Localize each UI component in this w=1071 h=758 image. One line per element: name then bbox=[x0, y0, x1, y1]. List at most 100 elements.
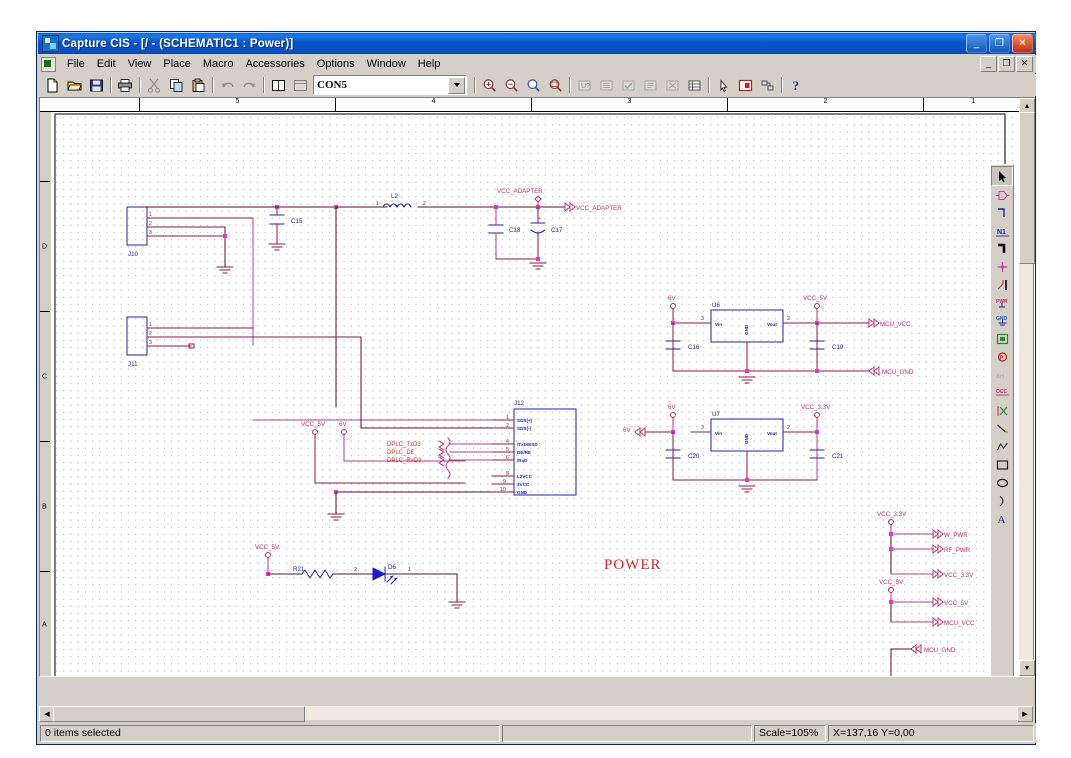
schematic-drawing[interactable]: J10 1 2 3 C15 L2 1 2 VCC_ADAPTER C18 + C… bbox=[51, 112, 1024, 677]
cut-icon[interactable] bbox=[143, 75, 165, 95]
place-off-page-connector-icon[interactable]: OCC bbox=[992, 384, 1012, 402]
component-U6[interactable]: U6 Vin Vout GND 3 2 bbox=[690, 302, 804, 371]
part-name-combo[interactable]: CON5 bbox=[313, 75, 467, 95]
vertical-scroll-track[interactable] bbox=[1019, 112, 1035, 662]
menu-item-place[interactable]: Place bbox=[157, 57, 197, 71]
place-net-alias-icon[interactable]: N1 bbox=[992, 222, 1012, 240]
power-port-VCC_5V-led[interactable]: VCC_5V bbox=[255, 544, 280, 575]
document-icon[interactable] bbox=[41, 56, 56, 72]
place-junction-icon[interactable] bbox=[992, 258, 1012, 276]
place-bus-entry-icon[interactable] bbox=[992, 276, 1012, 294]
minimize-button[interactable]: _ bbox=[966, 34, 987, 53]
component-J11[interactable]: J11 1 2 3 bbox=[126, 316, 170, 368]
place-ellipse-icon[interactable] bbox=[992, 474, 1012, 492]
new-icon[interactable] bbox=[41, 75, 63, 95]
place-bus-icon[interactable] bbox=[992, 240, 1012, 258]
annotate-icon[interactable]: U? bbox=[573, 75, 595, 95]
horizontal-scroll-thumb[interactable] bbox=[53, 706, 305, 722]
component-C17[interactable]: + C17 bbox=[530, 206, 563, 260]
component-C20[interactable]: C20 bbox=[665, 449, 700, 460]
vertical-scroll-thumb[interactable] bbox=[1019, 112, 1035, 264]
place-wire-icon[interactable] bbox=[992, 204, 1012, 222]
project-manager-icon[interactable] bbox=[734, 75, 756, 95]
component-U7[interactable]: U7 Vin Vout GND 3 2 bbox=[690, 411, 804, 481]
off-page-out-MCU_VCC-2[interactable]: MCU_VCC bbox=[932, 617, 975, 627]
undo-icon[interactable] bbox=[216, 75, 238, 95]
mdi-close-button[interactable]: ✕ bbox=[1016, 56, 1033, 72]
power-port-VCC_3.3V-out[interactable]: VCC_3.3V bbox=[877, 511, 934, 575]
component-L2[interactable]: L2 1 2 bbox=[335, 193, 474, 209]
menu-item-window[interactable]: Window bbox=[361, 57, 412, 71]
power-port-VCC_5V-out[interactable]: VCC_5V bbox=[879, 579, 934, 623]
schematic-sheet[interactable]: J10 1 2 3 C15 L2 1 2 VCC_ADAPTER C18 + C… bbox=[51, 112, 1024, 677]
place-rectangle-icon[interactable] bbox=[992, 456, 1012, 474]
print-icon[interactable] bbox=[114, 75, 136, 95]
maximize-button[interactable]: ❐ bbox=[989, 34, 1010, 53]
signal-group-DPLC[interactable]: DPLC_TxD3 DPLC_DE DPLC_RxD3 bbox=[387, 437, 493, 479]
create-netlist-icon[interactable] bbox=[639, 75, 661, 95]
vertical-scrollbar[interactable]: ▲ ▼ bbox=[1019, 98, 1035, 676]
place-power-icon[interactable]: PWR bbox=[992, 294, 1012, 312]
mdi-minimize-button[interactable]: _ bbox=[980, 56, 997, 72]
zoom-in-icon[interactable] bbox=[478, 75, 500, 95]
place-part-icon[interactable] bbox=[992, 186, 1012, 204]
off-page-in-MCU_GND-2[interactable]: MCU_GND bbox=[890, 644, 956, 677]
off-page-out-RF_PWR[interactable]: RF_PWR bbox=[932, 544, 971, 554]
power-port-VCC_5V-u6[interactable]: VCC_5V bbox=[803, 295, 828, 324]
place-hierarchical-port-icon[interactable]: P bbox=[992, 348, 1012, 366]
place-ground-icon[interactable]: GND bbox=[992, 312, 1012, 330]
scroll-down-button[interactable]: ▼ bbox=[1019, 660, 1035, 676]
save-icon[interactable] bbox=[85, 75, 107, 95]
component-C15[interactable]: C15 bbox=[269, 206, 303, 245]
horizontal-scroll-track[interactable] bbox=[53, 706, 1019, 722]
place-text-icon[interactable]: A bbox=[992, 510, 1012, 528]
power-port-VCC_5V-mid[interactable]: VCC_5V bbox=[301, 421, 326, 484]
off-page-in-MCU_GND[interactable]: MCU_GND bbox=[868, 366, 914, 376]
component-J12[interactable]: J12 1 2 4 5 6 8 9 10 SDS(+) SDS(-) /TxD/… bbox=[491, 400, 577, 496]
net-port-VCC_ADAPTER[interactable]: VCC_ADAPTER bbox=[497, 188, 543, 208]
component-C16[interactable]: C16 bbox=[665, 340, 700, 351]
off-page-in-6V-u7[interactable]: 6V bbox=[623, 427, 674, 437]
power-port-6V-mid[interactable]: 6V bbox=[339, 421, 347, 462]
mdi-restore-button[interactable]: ❐ bbox=[998, 56, 1015, 72]
off-page-out-VCC_5V[interactable]: VCC_5V bbox=[932, 597, 969, 607]
new-schematic-icon[interactable] bbox=[267, 75, 289, 95]
menu-item-file[interactable]: File bbox=[61, 57, 91, 71]
scroll-right-button[interactable]: ▶ bbox=[1017, 706, 1033, 722]
open-icon[interactable] bbox=[63, 75, 85, 95]
copy-icon[interactable] bbox=[165, 75, 187, 95]
power-port-6V-u6[interactable]: 6V bbox=[668, 295, 676, 322]
part-manager-icon[interactable] bbox=[756, 75, 778, 95]
component-C18[interactable]: C18 bbox=[488, 206, 521, 260]
off-page-out-MCU_VCC[interactable]: MCU_VCC bbox=[868, 318, 911, 328]
drc-icon[interactable] bbox=[617, 75, 639, 95]
menu-item-edit[interactable]: Edit bbox=[91, 57, 122, 71]
horizontal-scrollbar[interactable]: ◀ ▶ bbox=[39, 706, 1033, 722]
help-icon[interactable]: ? bbox=[785, 75, 807, 95]
place-no-connect-icon[interactable] bbox=[992, 402, 1012, 420]
power-port-VCC_3.3V-u7[interactable]: VCC_3.3V bbox=[801, 404, 831, 433]
menu-item-view[interactable]: View bbox=[122, 57, 158, 71]
component-R21[interactable]: R21 bbox=[267, 566, 380, 579]
place-line-icon[interactable] bbox=[992, 420, 1012, 438]
select-tool-icon[interactable] bbox=[991, 166, 1013, 186]
chevron-down-icon[interactable] bbox=[448, 76, 465, 94]
bill-of-materials-icon[interactable] bbox=[683, 75, 705, 95]
off-page-out-VCC_3.3V[interactable]: VCC_3.3V bbox=[932, 569, 974, 579]
new-part-icon[interactable] bbox=[289, 75, 311, 95]
place-hierarchical-block-icon[interactable] bbox=[992, 330, 1012, 348]
off-page-out-W_PWR[interactable]: W_PWR bbox=[932, 529, 968, 539]
redo-icon[interactable] bbox=[238, 75, 260, 95]
place-polyline-icon[interactable] bbox=[992, 438, 1012, 456]
component-C19[interactable]: C19 bbox=[809, 340, 844, 351]
place-hierarchical-pin-icon[interactable]: &H bbox=[992, 366, 1012, 384]
power-port-6V-u7[interactable]: 6V bbox=[668, 404, 676, 433]
menu-item-macro[interactable]: Macro bbox=[197, 57, 240, 71]
paste-icon[interactable] bbox=[187, 75, 209, 95]
zoom-all-icon[interactable] bbox=[544, 75, 566, 95]
menu-item-accessories[interactable]: Accessories bbox=[239, 57, 310, 71]
menu-item-help[interactable]: Help bbox=[412, 57, 447, 71]
component-J10[interactable]: J10 1 2 3 bbox=[126, 206, 170, 258]
zoom-area-icon[interactable] bbox=[522, 75, 544, 95]
snap-to-grid-icon[interactable] bbox=[712, 75, 734, 95]
